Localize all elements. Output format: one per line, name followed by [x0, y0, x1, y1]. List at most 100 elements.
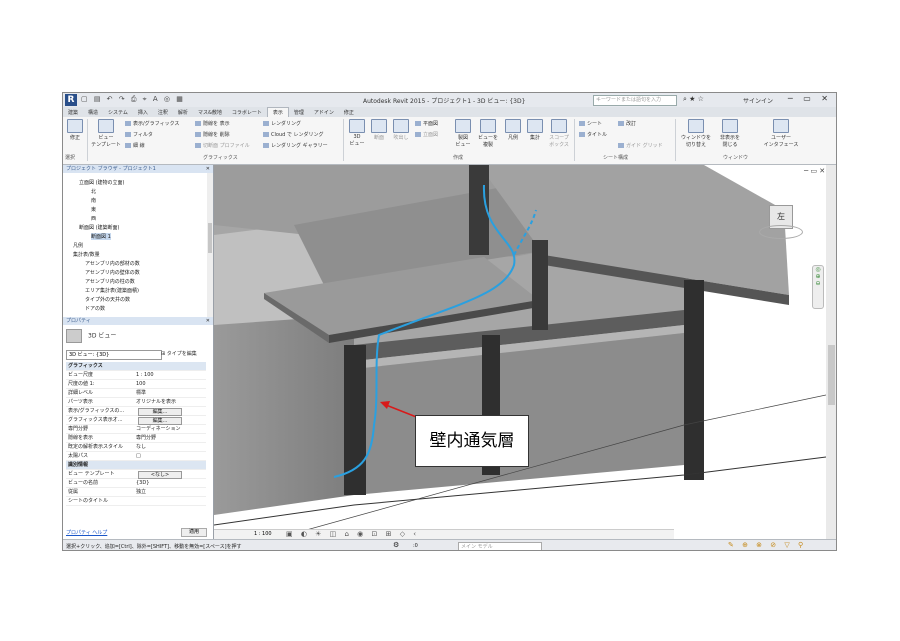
- tree-item[interactable]: 北: [91, 188, 96, 195]
- drafting-view-button[interactable]: 製図 ビュー: [453, 119, 473, 148]
- tab-2[interactable]: システム: [103, 108, 133, 117]
- type-preview: 3D ビュー: [66, 329, 116, 343]
- edit-type-button[interactable]: ⊞ タイプを編集: [161, 350, 197, 357]
- scroll-thumb[interactable]: [828, 345, 835, 405]
- property-value[interactable]: {3D}: [136, 479, 149, 487]
- title-block-button[interactable]: タイトル: [579, 131, 607, 138]
- tree-item[interactable]: タイプ外の天井の数: [85, 296, 130, 303]
- view-control-icons[interactable]: ▣ ◐ ☀ ◫ ⌂ ◉ ⊡ ⊞ ◇ ‹: [286, 530, 419, 538]
- duplicate-view-button[interactable]: ビューを 複製: [476, 119, 500, 148]
- 3d-view-button[interactable]: 3D ビュー: [347, 119, 367, 147]
- divider: [574, 119, 575, 161]
- tree-item[interactable]: エリア集計表(建築面積): [85, 287, 139, 294]
- property-value[interactable]: なし: [136, 443, 146, 451]
- vertical-scrollbar[interactable]: [826, 165, 836, 539]
- switch-windows-button[interactable]: ウィンドウを 切り替え: [679, 119, 713, 148]
- quick-access-toolbar[interactable]: ▢ ▤ ↶ ↷ ⎙ ⌖ A ◎ ▦: [81, 95, 185, 104]
- tab-7[interactable]: コラボレート: [227, 108, 267, 117]
- section-button[interactable]: 断面: [369, 119, 389, 141]
- cut-profile-button[interactable]: 切断面 プロファイル: [195, 142, 250, 149]
- tab-6[interactable]: マス&敷地: [193, 108, 227, 117]
- remove-hidden-lines-button[interactable]: 隠線を 削除: [195, 131, 230, 138]
- 3d-view-type-icon: [66, 329, 82, 343]
- sign-in-button[interactable]: サインイン: [743, 96, 773, 105]
- tree-item[interactable]: 凡例: [73, 242, 83, 249]
- render-gallery-button[interactable]: レンダリング ギャラリー: [263, 142, 328, 149]
- property-edit-button[interactable]: <なし>: [138, 471, 182, 479]
- tab-8[interactable]: 表示: [266, 107, 289, 117]
- tab-4[interactable]: 注釈: [153, 108, 173, 117]
- tree-item[interactable]: ドアの数: [85, 305, 105, 312]
- visibility-graphics-button[interactable]: 表示/グラフィックス: [125, 120, 179, 127]
- property-edit-button[interactable]: 編集...: [138, 417, 182, 425]
- property-value[interactable]: 1 : 100: [136, 371, 154, 379]
- browser-scrollbar[interactable]: [207, 173, 213, 317]
- property-value[interactable]: 専門分野: [136, 434, 156, 442]
- property-value[interactable]: 独立: [136, 488, 146, 496]
- tree-item[interactable]: アセンブリ内の部材の数: [85, 260, 140, 267]
- revisions-button[interactable]: 改訂: [618, 120, 636, 127]
- schedules-button[interactable]: 集計: [525, 119, 545, 141]
- guide-grid-button[interactable]: ガイド グリッド: [618, 142, 663, 149]
- close-hidden-button[interactable]: 非表示を 閉じる: [715, 119, 745, 148]
- tab-11[interactable]: 修正: [339, 108, 359, 117]
- thin-lines-button[interactable]: 細 線: [125, 142, 145, 149]
- tree-item[interactable]: アセンブリ内の柱の数: [85, 278, 135, 285]
- tree-item[interactable]: 南: [91, 197, 96, 204]
- property-key: 表示/グラフィックスの...: [68, 408, 125, 414]
- property-category[interactable]: 識別情報: [66, 461, 206, 470]
- navigation-bar[interactable]: ◎ ⊕ ⊖: [812, 265, 824, 309]
- plan-views-button[interactable]: 平面図: [415, 120, 438, 127]
- tree-item[interactable]: 集計表/数量: [73, 251, 100, 258]
- legends-button[interactable]: 凡例: [503, 119, 523, 141]
- tab-0[interactable]: 建築: [63, 108, 83, 117]
- section-icon: [371, 119, 387, 133]
- tab-10[interactable]: アドイン: [309, 108, 339, 117]
- modify-button[interactable]: 修正: [65, 119, 85, 141]
- cloud-render-button[interactable]: Cloud で レンダリング: [263, 131, 323, 138]
- worksets-icon[interactable]: ⚙: [393, 541, 399, 549]
- main-model-selector[interactable]: メイン モデル: [458, 542, 542, 550]
- window-panel-label: ウィンドウ: [723, 155, 749, 161]
- window-controls[interactable]: ─ ▭ ✕: [788, 94, 832, 103]
- close-icon[interactable]: ✕: [206, 165, 210, 173]
- tab-9[interactable]: 管理: [289, 108, 309, 117]
- callout-button[interactable]: 吹出し: [391, 119, 411, 141]
- view-template-button[interactable]: ビュー テンプレート: [91, 119, 121, 148]
- properties-help-link[interactable]: プロパティ ヘルプ: [66, 529, 107, 536]
- property-value[interactable]: □: [136, 452, 141, 460]
- tree-item[interactable]: 東: [91, 206, 96, 213]
- viewcube-ring[interactable]: [759, 225, 803, 239]
- property-value[interactable]: 100: [136, 380, 146, 388]
- 3d-viewport[interactable]: 左 ◎ ⊕ ⊖ ─ ▭ ✕: [214, 165, 826, 539]
- property-value[interactable]: オリジナルを表示: [136, 398, 176, 406]
- sheet-button[interactable]: シート: [579, 120, 602, 127]
- property-category[interactable]: グラフィックス: [66, 362, 206, 371]
- property-edit-button[interactable]: 編集...: [138, 408, 182, 416]
- show-hidden-lines-button[interactable]: 隠線を 表示: [195, 120, 230, 127]
- help-icons[interactable]: ⌕ ★ ☆: [683, 95, 704, 104]
- tab-1[interactable]: 構造: [83, 108, 103, 117]
- user-interface-button[interactable]: ユーザー インタフェース: [763, 119, 799, 148]
- tree-item[interactable]: アセンブリ内の壁体の数: [85, 269, 140, 276]
- tab-3[interactable]: 挿入: [133, 108, 153, 117]
- tree-item[interactable]: 立面図 (建物の立面): [79, 179, 125, 186]
- search-input[interactable]: キーワードまたは語句を入力: [593, 95, 677, 106]
- tree-item[interactable]: 断面図 1: [91, 233, 111, 240]
- tab-5[interactable]: 解析: [173, 108, 193, 117]
- view-scale[interactable]: 1 : 100: [254, 531, 272, 537]
- instance-selector[interactable]: 3D ビュー: {3D}: [66, 350, 162, 360]
- tree-item[interactable]: 断面図 (建築断面): [79, 224, 120, 231]
- close-icon[interactable]: ✕: [206, 317, 210, 325]
- apply-button[interactable]: 適用: [181, 528, 207, 537]
- selection-filter-icons[interactable]: ✎ ⊕ ⊗ ⊘ ▽ ⚲: [728, 541, 806, 549]
- elevation-button[interactable]: 立面図: [415, 131, 438, 138]
- render-button[interactable]: レンダリング: [263, 120, 301, 127]
- view-window-controls[interactable]: ─ ▭ ✕: [804, 167, 825, 175]
- filters-button[interactable]: フィルタ: [125, 131, 153, 138]
- tree-item[interactable]: 西: [91, 215, 96, 222]
- scope-box-button[interactable]: スコープ ボックス: [547, 119, 571, 148]
- revit-logo-icon[interactable]: R: [65, 94, 77, 106]
- property-value[interactable]: 標準: [136, 389, 146, 397]
- property-value[interactable]: コーディネーション: [136, 425, 181, 433]
